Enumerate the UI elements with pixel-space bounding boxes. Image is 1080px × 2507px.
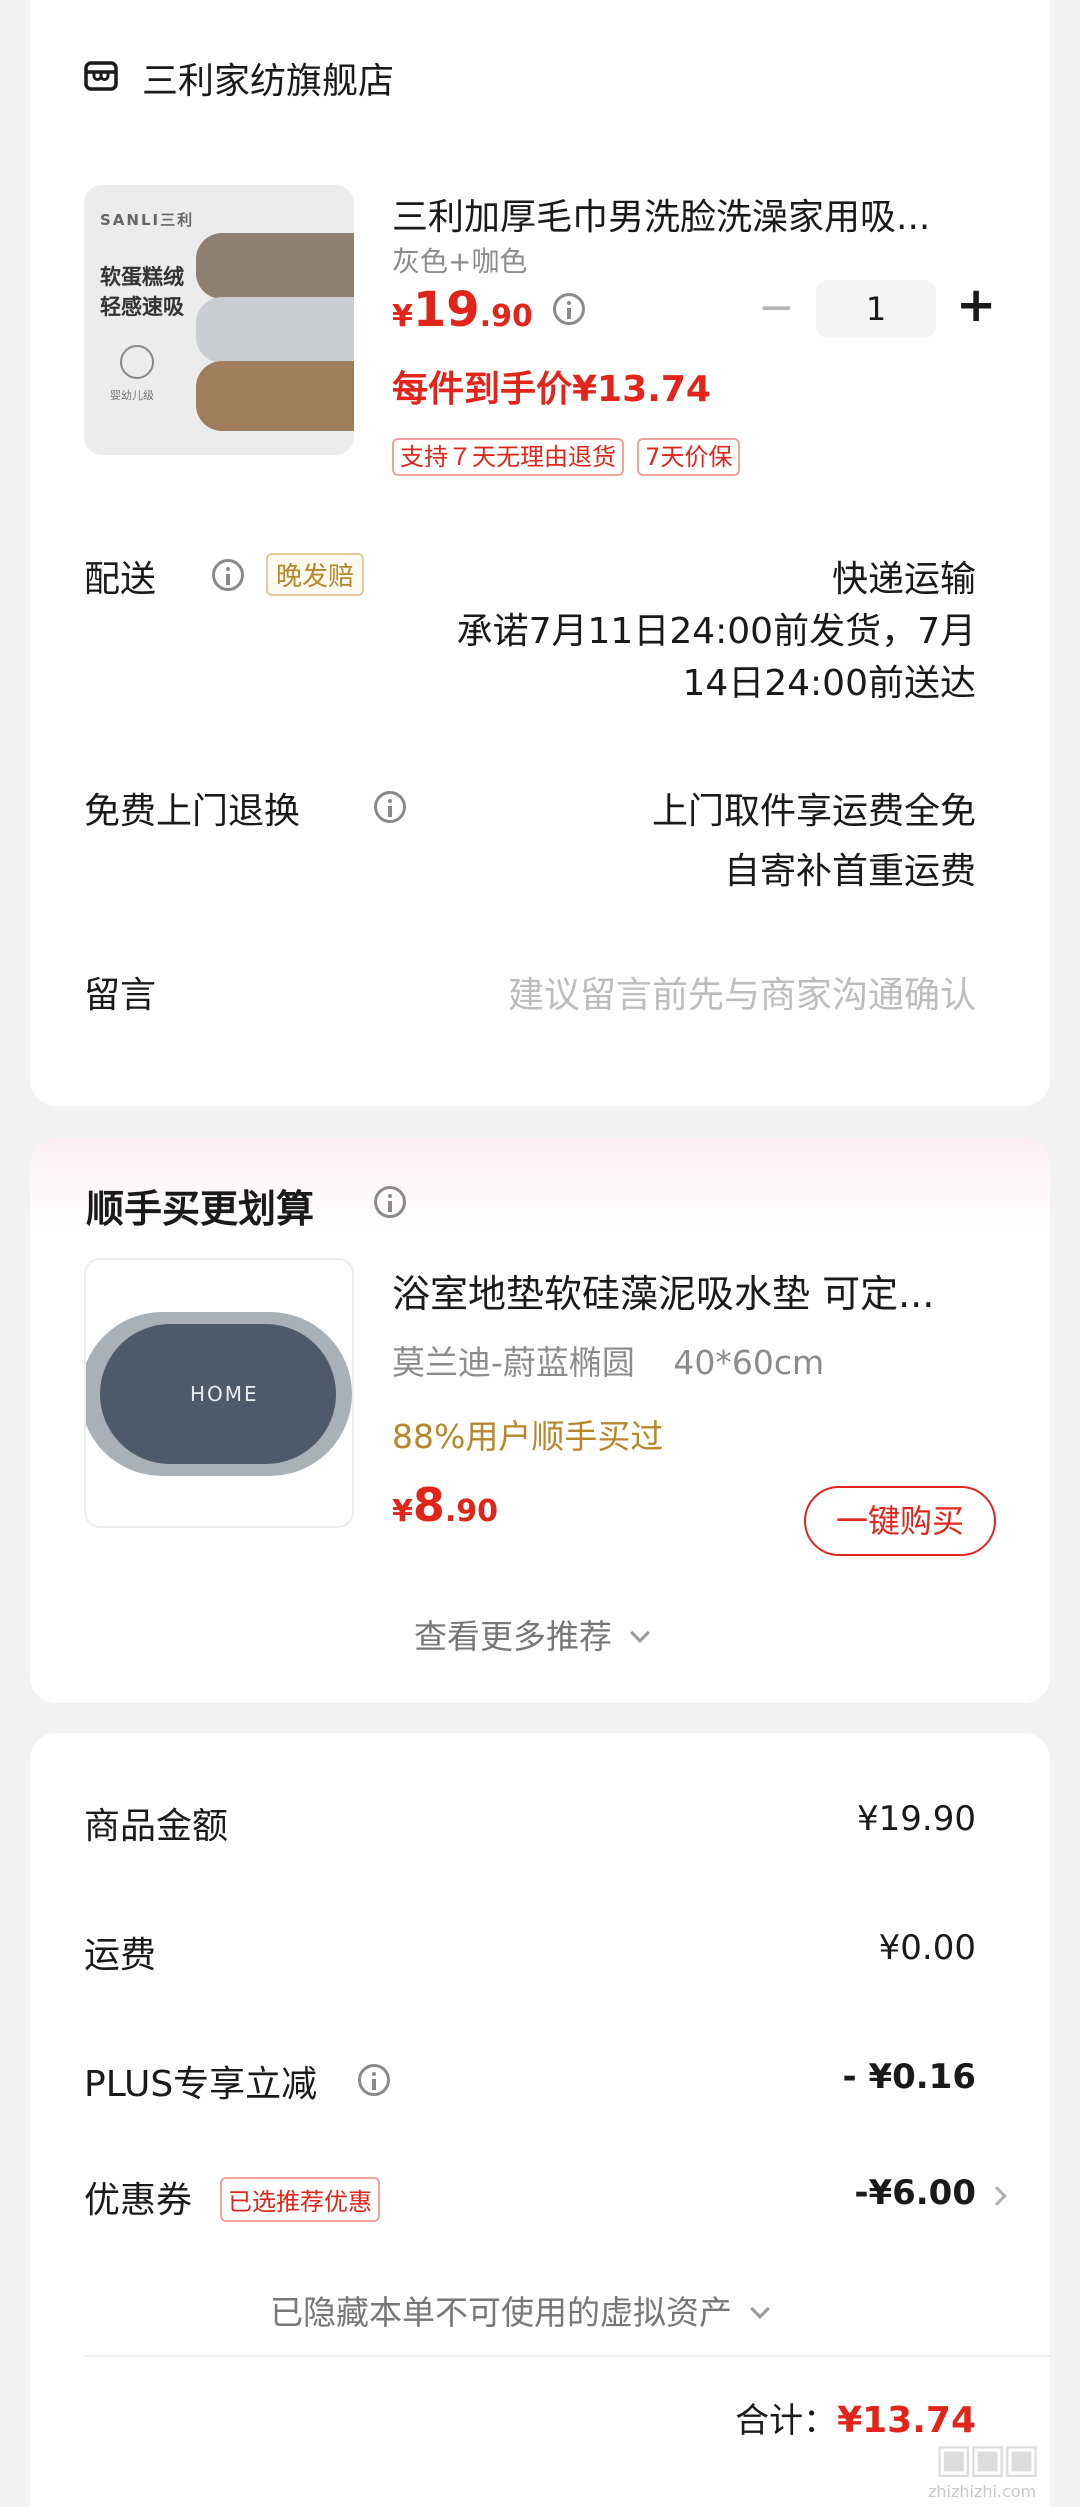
product-image[interactable]: SANLI三利 软蛋糕绒 轻感速吸 婴幼儿级	[84, 185, 354, 455]
delivery-label: 配送	[84, 559, 157, 600]
towel-stack	[196, 233, 354, 443]
chevron-down-icon	[749, 2299, 770, 2319]
store-name[interactable]: 三利家纺旗舰店	[142, 52, 394, 104]
recommend-section-title: 顺手买更划算	[86, 1187, 315, 1231]
image-badge: 婴幼儿级	[110, 389, 154, 402]
quantity-plus-button[interactable]: +	[956, 277, 996, 333]
recommend-price-int: 8	[412, 1478, 445, 1532]
recommend-card: 顺手买更划算 HOME 浴室地垫软硅藻泥吸水垫 可定... 莫兰迪-蔚蓝椭圆 4…	[30, 1138, 1050, 1703]
coupon-tag: 已选推荐优惠	[220, 2177, 380, 2222]
late-compensation-badge[interactable]: 晚发赔	[266, 553, 365, 596]
watermark-logo: ▣▣▣	[935, 2436, 1040, 2482]
mat-text: HOME	[190, 1382, 259, 1406]
baby-icon	[120, 345, 154, 379]
per-item-price: 每件到手价¥13.74	[392, 369, 711, 410]
recommend-price: ¥8.90	[392, 1478, 498, 1532]
watermark-text: zhizhizhi.com	[928, 2482, 1037, 2501]
image-text-1: 软蛋糕绒	[100, 265, 184, 289]
recommend-price-symbol: ¥	[392, 1494, 413, 1529]
product-price: ¥19.90	[392, 282, 533, 338]
order-card: 三利家纺旗舰店 SANLI三利 软蛋糕绒 轻感速吸 婴幼儿级 三利加厚毛巾男洗脸…	[30, 0, 1050, 1106]
service-tags: 支持７天无理由退货 7天价保	[392, 437, 741, 476]
recommend-image[interactable]: HOME	[84, 1258, 354, 1528]
chevron-right-icon[interactable]	[987, 2186, 1007, 2206]
goods-amount-value: ¥19.90	[857, 1799, 976, 1839]
hidden-assets-toggle[interactable]: 已隐藏本单不可使用的虚拟资产	[270, 2286, 770, 2334]
recommend-price-dec: .90	[444, 1494, 499, 1529]
delivery-promise-2: 14日24:00前送达	[682, 663, 976, 704]
delivery-promise-1: 承诺7月11日24:00前发货，7月	[456, 611, 976, 652]
coupon-value[interactable]: -¥6.00	[854, 2173, 976, 2213]
no-reason-return-tag: 支持７天无理由退货	[392, 438, 624, 476]
divider	[84, 2355, 1050, 2357]
hidden-assets-label: 已隐藏本单不可使用的虚拟资产	[270, 2293, 732, 2332]
price-dec: .90	[479, 299, 533, 334]
recommend-variant: 莫兰迪-蔚蓝椭圆 40*60cm	[392, 1336, 824, 1384]
plus-discount-value: - ¥0.16	[842, 2057, 977, 2097]
coupon-label: 优惠券	[84, 2180, 193, 2221]
price-protect-tag: 7天价保	[637, 438, 741, 476]
image-text-2: 轻感速吸	[100, 295, 184, 319]
delivery-method[interactable]: 快递运输	[832, 550, 976, 602]
price-int: 19	[412, 282, 480, 338]
returns-label: 免费上门退换	[84, 791, 301, 832]
more-recommend-label: 查看更多推荐	[414, 1617, 612, 1656]
message-label: 留言	[84, 975, 157, 1016]
delivery-info-icon[interactable]	[212, 559, 244, 591]
shipping-label: 运费	[84, 1935, 157, 1976]
image-brand: SANLI三利	[100, 211, 195, 229]
more-recommend-link[interactable]: 查看更多推荐	[414, 1610, 650, 1658]
chevron-down-icon	[629, 1623, 650, 1643]
one-click-buy-button[interactable]: 一键购买	[804, 1486, 996, 1556]
recommend-variant-name: 莫兰迪-蔚蓝椭圆	[392, 1343, 635, 1382]
returns-info-icon[interactable]	[374, 791, 406, 823]
plus-discount-label: PLUS专享立减	[84, 2064, 318, 2105]
recommend-title[interactable]: 浴室地垫软硅藻泥吸水垫 可定...	[392, 1263, 1012, 1318]
product-variant[interactable]: 灰色+咖色	[392, 240, 527, 280]
goods-amount-label: 商品金额	[84, 1806, 229, 1847]
recommend-info-icon[interactable]	[374, 1186, 406, 1218]
returns-line-1: 上门取件享运费全免	[651, 791, 976, 832]
total-label: 合计：	[735, 2401, 838, 2441]
recommend-social-proof: 88%用户顺手买过	[392, 1417, 664, 1456]
total-value: ¥13.74	[837, 2400, 976, 2441]
quantity-minus-button[interactable]: −	[758, 282, 795, 333]
summary-card: 商品金额 ¥19.90 运费 ¥0.00 PLUS专享立减 - ¥0.16 优惠…	[30, 1733, 1050, 2507]
message-input[interactable]: 建议留言前先与商家沟通确认	[508, 966, 976, 1018]
quantity-input[interactable]: 1	[816, 280, 936, 338]
shipping-value: ¥0.00	[878, 1928, 976, 1968]
total-row: 合计：¥13.74	[735, 2393, 976, 2442]
price-symbol: ¥	[392, 299, 413, 334]
recommend-variant-size: 40*60cm	[673, 1343, 825, 1382]
product-title[interactable]: 三利加厚毛巾男洗脸洗澡家用吸...	[392, 188, 1002, 240]
plus-info-icon[interactable]	[358, 2064, 390, 2096]
store-icon	[84, 60, 118, 92]
price-info-icon[interactable]	[553, 293, 585, 325]
returns-line-2: 自寄补首重运费	[723, 851, 976, 892]
